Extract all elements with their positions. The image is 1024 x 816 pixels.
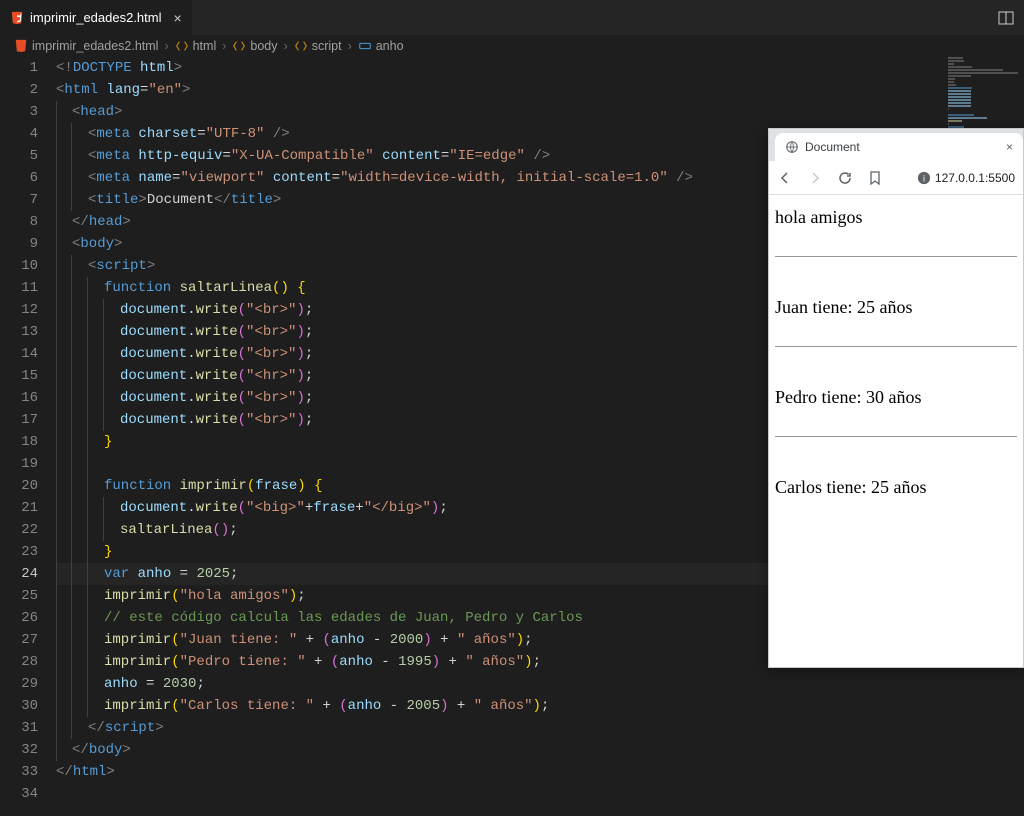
chevron-right-icon: › bbox=[348, 39, 352, 53]
close-tab-icon[interactable]: × bbox=[174, 10, 182, 26]
browser-tab-bar: Document × bbox=[769, 129, 1023, 161]
browser-tab-title: Document bbox=[805, 140, 860, 154]
line-number: 24 bbox=[0, 563, 38, 585]
line-number: 21 bbox=[0, 497, 38, 519]
browser-viewport[interactable]: hola amigos Juan tiene: 25 años Pedro tien… bbox=[769, 195, 1023, 667]
html-file-icon bbox=[14, 39, 28, 53]
html-file-icon bbox=[10, 11, 24, 25]
breadcrumb-file[interactable]: imprimir_edades2.html bbox=[32, 39, 158, 53]
line-number: 33 bbox=[0, 761, 38, 783]
chevron-right-icon: › bbox=[164, 39, 168, 53]
line-number: 25 bbox=[0, 585, 38, 607]
bookmark-icon[interactable] bbox=[867, 170, 883, 186]
code-line[interactable]: <!DOCTYPE html> bbox=[56, 57, 1024, 79]
divider bbox=[775, 256, 1017, 257]
breadcrumb-script[interactable]: script bbox=[312, 39, 342, 53]
line-number: 17 bbox=[0, 409, 38, 431]
line-number: 7 bbox=[0, 189, 38, 211]
svg-text:i: i bbox=[923, 173, 925, 183]
url-text: 127.0.0.1:5500 bbox=[935, 171, 1015, 185]
back-icon[interactable] bbox=[777, 170, 793, 186]
editor-tab-active[interactable]: imprimir_edades2.html × bbox=[0, 0, 192, 35]
divider bbox=[775, 346, 1017, 347]
line-number: 18 bbox=[0, 431, 38, 453]
close-tab-icon[interactable]: × bbox=[1006, 140, 1013, 154]
line-number: 28 bbox=[0, 651, 38, 673]
line-number: 20 bbox=[0, 475, 38, 497]
line-number: 34 bbox=[0, 783, 38, 805]
chevron-right-icon: › bbox=[284, 39, 288, 53]
line-number: 2 bbox=[0, 79, 38, 101]
line-number: 4 bbox=[0, 123, 38, 145]
line-number: 8 bbox=[0, 211, 38, 233]
line-number: 3 bbox=[0, 101, 38, 123]
code-line[interactable]: anho = 2030; bbox=[56, 673, 1024, 695]
line-number: 1 bbox=[0, 57, 38, 79]
line-number: 23 bbox=[0, 541, 38, 563]
insecure-icon: i bbox=[917, 171, 931, 185]
line-number: 30 bbox=[0, 695, 38, 717]
line-number: 9 bbox=[0, 233, 38, 255]
line-number: 29 bbox=[0, 673, 38, 695]
code-line[interactable]: <head> bbox=[56, 101, 1024, 123]
chevron-right-icon: › bbox=[222, 39, 226, 53]
line-number: 22 bbox=[0, 519, 38, 541]
code-line[interactable] bbox=[56, 783, 1024, 805]
line-number-gutter: 1234567891011121314151617181920212223242… bbox=[0, 57, 56, 805]
element-icon bbox=[294, 39, 308, 53]
line-number: 16 bbox=[0, 387, 38, 409]
tab-title: imprimir_edades2.html bbox=[30, 10, 162, 25]
globe-icon bbox=[785, 140, 799, 154]
browser-tab[interactable]: Document × bbox=[775, 133, 1023, 161]
element-icon bbox=[232, 39, 246, 53]
line-number: 6 bbox=[0, 167, 38, 189]
line-number: 14 bbox=[0, 343, 38, 365]
editor-tab-bar: imprimir_edades2.html × bbox=[0, 0, 1024, 35]
preview-text: Juan tiene: 25 años bbox=[775, 297, 1017, 318]
line-number: 26 bbox=[0, 607, 38, 629]
preview-text: Pedro tiene: 30 años bbox=[775, 387, 1017, 408]
address-bar[interactable]: i 127.0.0.1:5500 bbox=[917, 171, 1015, 185]
split-editor-icon[interactable] bbox=[998, 10, 1014, 26]
code-line[interactable]: </body> bbox=[56, 739, 1024, 761]
divider bbox=[775, 436, 1017, 437]
preview-text: hola amigos bbox=[775, 207, 1017, 228]
breadcrumb[interactable]: imprimir_edades2.html › html › body › sc… bbox=[0, 35, 1024, 57]
line-number: 27 bbox=[0, 629, 38, 651]
line-number: 31 bbox=[0, 717, 38, 739]
line-number: 32 bbox=[0, 739, 38, 761]
browser-toolbar: i 127.0.0.1:5500 bbox=[769, 161, 1023, 195]
code-line[interactable]: imprimir("Carlos tiene: " + (anho - 2005… bbox=[56, 695, 1024, 717]
breadcrumb-html[interactable]: html bbox=[193, 39, 217, 53]
code-line[interactable]: </html> bbox=[56, 761, 1024, 783]
forward-icon[interactable] bbox=[807, 170, 823, 186]
preview-text: Carlos tiene: 25 años bbox=[775, 477, 1017, 498]
code-line[interactable]: <html lang="en"> bbox=[56, 79, 1024, 101]
element-icon bbox=[175, 39, 189, 53]
line-number: 12 bbox=[0, 299, 38, 321]
breadcrumb-var[interactable]: anho bbox=[376, 39, 404, 53]
line-number: 19 bbox=[0, 453, 38, 475]
line-number: 11 bbox=[0, 277, 38, 299]
line-number: 15 bbox=[0, 365, 38, 387]
line-number: 10 bbox=[0, 255, 38, 277]
breadcrumb-body[interactable]: body bbox=[250, 39, 277, 53]
code-line[interactable]: </script> bbox=[56, 717, 1024, 739]
line-number: 13 bbox=[0, 321, 38, 343]
variable-icon bbox=[358, 39, 372, 53]
reload-icon[interactable] bbox=[837, 170, 853, 186]
line-number: 5 bbox=[0, 145, 38, 167]
browser-preview-window: Document × i 127.0.0.1:5500 hola amigos J… bbox=[768, 128, 1024, 668]
